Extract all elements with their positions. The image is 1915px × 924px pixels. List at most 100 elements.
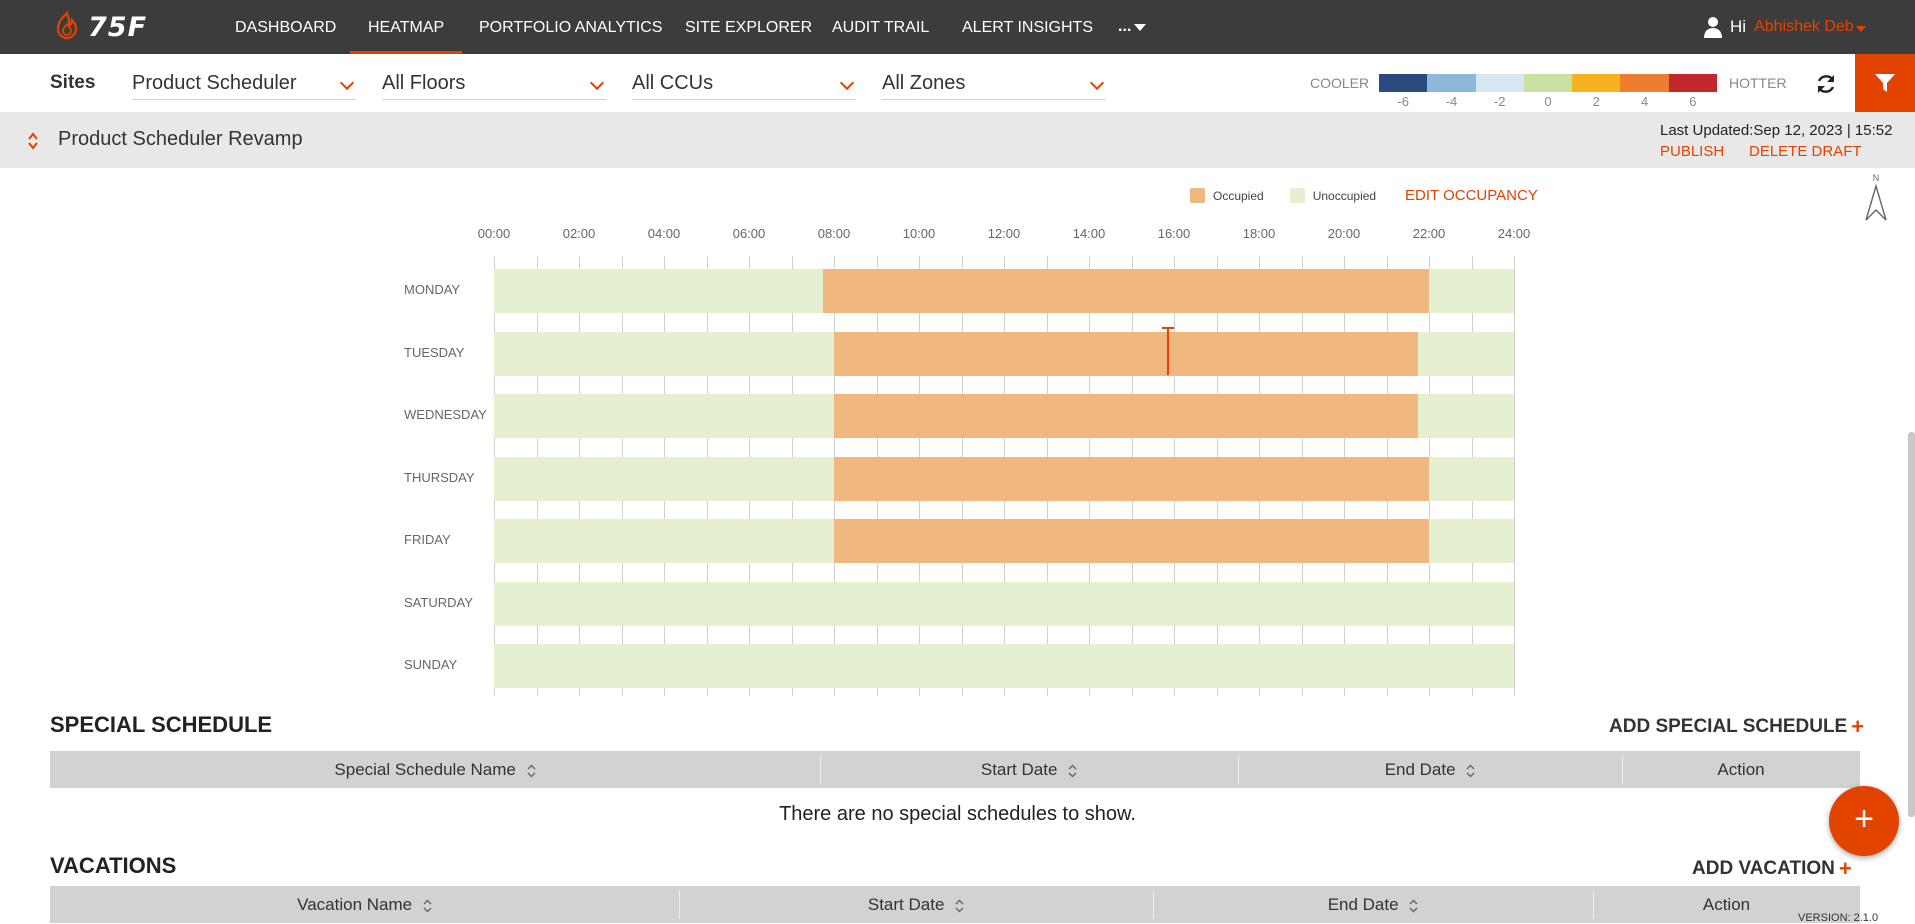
special-schedule-empty-message: There are no special schedules to show. (779, 803, 1136, 825)
occupied-block[interactable] (823, 269, 1429, 313)
filter-icon (1875, 74, 1895, 92)
day-schedule-row[interactable] (494, 394, 1514, 438)
day-label: SUNDAY (404, 657, 458, 672)
column-header-end-date[interactable]: End Date (1153, 886, 1593, 923)
site-select[interactable]: Product Scheduler (132, 68, 356, 100)
nav-dashboard[interactable]: DASHBOARD (235, 0, 336, 54)
sort-icon (955, 899, 964, 913)
column-header-start-date[interactable]: Start Date (679, 886, 1153, 923)
column-label: Special Schedule Name (334, 760, 516, 779)
user-name[interactable]: Abhishek Deb (1754, 18, 1866, 36)
add-special-schedule-button[interactable]: ADD SPECIAL SCHEDULE + (1609, 714, 1864, 740)
occupied-block[interactable] (834, 331, 1419, 376)
cooler-label: COOLER (1310, 75, 1370, 91)
scale-tick-label: 0 (1544, 94, 1552, 109)
scale-tick-label: 6 (1689, 94, 1697, 109)
column-header-action: Action (1717, 760, 1765, 779)
occupied-swatch (1190, 188, 1205, 203)
day-schedule-row[interactable] (494, 456, 1514, 501)
ccu-select[interactable]: All CCUs (632, 68, 856, 100)
scale-tick-label: -2 (1493, 94, 1506, 109)
scale-color-segment (1379, 74, 1428, 92)
day-label: TUESDAY (404, 344, 465, 360)
refresh-icon[interactable] (1814, 72, 1838, 96)
hour-label: 08:00 (817, 226, 851, 241)
add-vacation-label: ADD VACATION (1692, 858, 1835, 879)
user-name-text: Abhishek Deb (1754, 18, 1854, 35)
day-label: THURSDAY (404, 469, 475, 485)
day-schedule-row[interactable] (494, 331, 1514, 376)
hour-label: 16:00 (1157, 226, 1191, 241)
delete-draft-button[interactable]: DELETE DRAFT (1749, 143, 1862, 160)
hour-label: 04:00 (647, 226, 681, 241)
hour-label: 22:00 (1412, 226, 1446, 241)
plus-icon: + (1838, 856, 1852, 881)
last-updated: Last Updated:Sep 12, 2023 | 15:52 (1660, 122, 1892, 139)
occupied-block[interactable] (834, 519, 1429, 563)
column-label: End Date (1384, 760, 1456, 779)
vertical-scrollbar[interactable] (1908, 432, 1915, 817)
hour-label: 18:00 (1242, 226, 1276, 241)
nav-more-menu[interactable]: ... (1118, 0, 1147, 54)
column-header-start-date[interactable]: Start Date (820, 751, 1238, 788)
sites-label: Sites (50, 72, 96, 93)
nav-audit-trail[interactable]: AUDIT TRAIL (832, 0, 929, 54)
version-text: VERSION: 2.1.0 (1798, 912, 1879, 924)
hour-label: 20:00 (1327, 226, 1361, 241)
temperature-color-scale (1379, 74, 1717, 92)
sort-icon (1409, 899, 1418, 913)
scale-color-segment (1572, 74, 1621, 92)
publish-button[interactable]: PUBLISH (1660, 143, 1724, 160)
scale-color-segment (1523, 74, 1573, 92)
last-updated-label: Last Updated: (1660, 122, 1754, 139)
occupied-block[interactable] (834, 456, 1429, 501)
nav-alert-insights[interactable]: ALERT INSIGHTS (962, 0, 1093, 54)
scale-tick-label: 4 (1640, 94, 1649, 109)
nav-more-label: ... (1118, 18, 1132, 35)
special-schedule-table-header: Special Schedule Name Start Date End Dat… (50, 751, 1860, 788)
unoccupied-swatch (1289, 188, 1305, 203)
user-icon (1704, 17, 1722, 38)
hour-label: 24:00 (1497, 226, 1531, 241)
scale-color-segment (1427, 74, 1476, 92)
occupied-block[interactable] (834, 394, 1419, 438)
add-vacation-button[interactable]: ADD VACATION + (1692, 856, 1852, 882)
day-schedule-row[interactable] (494, 581, 1514, 626)
column-header-vacation-name[interactable]: Vacation Name (50, 886, 679, 923)
zone-select[interactable]: All Zones (882, 68, 1106, 100)
special-schedule-title: SPECIAL SCHEDULE (50, 712, 273, 737)
hour-gridline (1514, 256, 1515, 696)
current-time-marker (1162, 327, 1174, 375)
floor-select[interactable]: All Floors (382, 68, 606, 100)
ccu-select-value: All CCUs (632, 72, 714, 94)
column-header-end-date[interactable]: End Date (1238, 751, 1622, 788)
user-greeting: Hi (1730, 17, 1747, 36)
hour-label: 06:00 (732, 226, 766, 241)
unoccupied-legend-label: Unoccupied (1312, 188, 1377, 203)
edit-occupancy-button[interactable]: EDIT OCCUPANCY (1405, 187, 1538, 204)
chevron-down-icon (839, 75, 855, 91)
scale-tick-label: -6 (1397, 94, 1409, 109)
day-schedule-row[interactable] (494, 519, 1514, 563)
hour-label: 00:00 (477, 226, 511, 241)
expand-collapse-icon[interactable] (27, 131, 39, 151)
brand-logo[interactable]: 75F (52, 9, 147, 45)
column-label: Start Date (867, 895, 945, 914)
nav-heatmap[interactable]: HEATMAP (349, 0, 463, 54)
day-schedule-row[interactable] (494, 644, 1514, 688)
brand-name: 75F (88, 11, 148, 43)
scale-color-segment (1668, 74, 1717, 92)
column-header-special-schedule-name[interactable]: Special Schedule Name (50, 751, 820, 788)
filter-bar: Sites Product Scheduler All Floors All C… (0, 54, 1915, 112)
scale-color-segment (1620, 74, 1669, 92)
hour-label: 02:00 (562, 226, 596, 241)
vacations-title: VACATIONS (50, 853, 177, 878)
sort-icon (1068, 764, 1077, 778)
filter-button[interactable] (1855, 54, 1915, 112)
nav-site-explorer[interactable]: SITE EXPLORER (685, 0, 812, 54)
user-menu[interactable]: Hi Abhishek Deb (1704, 0, 1866, 54)
hour-label: 10:00 (902, 226, 936, 241)
nav-portfolio-analytics[interactable]: PORTFOLIO ANALYTICS (479, 0, 662, 54)
floating-add-button[interactable]: + (1829, 786, 1899, 856)
day-schedule-row[interactable] (494, 269, 1514, 313)
